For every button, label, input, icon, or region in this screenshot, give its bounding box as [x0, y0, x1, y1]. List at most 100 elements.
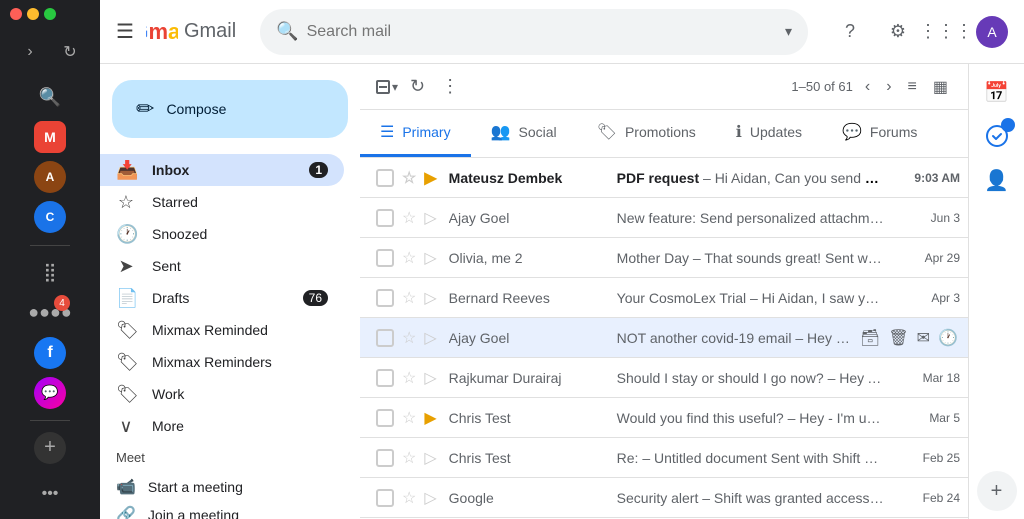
more-actions-icon[interactable]: ⋮	[437, 72, 463, 101]
email-row[interactable]: ☆ ▷ Rajkumar Durairaj Should I stay or s…	[360, 358, 968, 398]
facebook-icon[interactable]: f	[30, 336, 70, 370]
important-icon[interactable]: ▷	[424, 288, 436, 308]
nav-item-mixmax-reminders[interactable]: 🏷 Mixmax Reminders	[100, 346, 344, 378]
nav-item-more[interactable]: ∨ More	[100, 410, 344, 442]
settings-icon[interactable]: ⚙	[880, 14, 916, 50]
star-icon[interactable]: ☆	[402, 408, 416, 428]
search-bar[interactable]: 🔍 ▾	[260, 9, 808, 55]
nav-item-mixmax-reminded[interactable]: 🏷 Mixmax Reminded	[100, 314, 344, 346]
email-sender: Rajkumar Durairaj	[449, 370, 609, 386]
delete-icon[interactable]: 🗑	[886, 326, 910, 350]
email-checkbox[interactable]	[376, 489, 394, 507]
calendar-panel-icon[interactable]: 📅	[977, 72, 1017, 112]
help-icon[interactable]: ?	[832, 14, 868, 50]
important-icon[interactable]: ▷	[424, 448, 436, 468]
email-row[interactable]: ☆ ▷ Ajay Goel NOT another covid-19 email…	[360, 318, 968, 358]
email-row[interactable]: ☆ ▶ Mateusz Dembek PDF request – Hi Aida…	[360, 158, 968, 198]
refresh-email-icon[interactable]: ↻	[406, 72, 429, 101]
refresh-button[interactable]: ↻	[52, 34, 88, 70]
search-icon: 🔍	[276, 21, 298, 42]
badge-4-icon[interactable]: ●●●● 4	[30, 295, 70, 329]
important-icon[interactable]: ▶	[424, 168, 436, 188]
messenger-icon[interactable]: 💬	[30, 376, 70, 410]
star-icon[interactable]: ☆	[402, 208, 416, 228]
search-dropdown-icon[interactable]: ▾	[785, 23, 792, 40]
minimize-button[interactable]	[27, 8, 39, 20]
close-button[interactable]	[10, 8, 22, 20]
search-input[interactable]	[307, 23, 777, 41]
add-panel-button[interactable]: +	[977, 471, 1017, 511]
avatar-2[interactable]: C	[30, 200, 70, 234]
important-icon[interactable]: ▷	[424, 208, 436, 228]
tab-updates[interactable]: ℹ Updates	[716, 110, 822, 157]
avatar-1[interactable]: A	[30, 160, 70, 194]
email-toolbar: ▾ ↻ ⋮ 1–50 of 61 ‹ › ≡ ▦	[360, 64, 968, 110]
tab-primary[interactable]: ☰ Primary	[360, 110, 471, 157]
email-checkbox[interactable]	[376, 409, 394, 427]
email-checkbox[interactable]	[376, 169, 394, 187]
email-row[interactable]: ☆ ▷ Ajay Goel New feature: Send personal…	[360, 198, 968, 238]
star-icon[interactable]: ☆	[402, 168, 416, 188]
start-meeting-button[interactable]: 📹 Start a meeting	[116, 473, 344, 501]
email-checkbox[interactable]	[376, 249, 394, 267]
star-icon[interactable]: ☆	[402, 448, 416, 468]
star-icon[interactable]: ☆	[402, 488, 416, 508]
list-view-icon[interactable]: ≡	[904, 74, 921, 100]
forward-button[interactable]: ›	[12, 34, 48, 70]
tab-forums[interactable]: 💬 Forums	[822, 110, 937, 157]
email-checkbox[interactable]	[376, 369, 394, 387]
user-avatar[interactable]: A	[976, 16, 1008, 48]
email-checkbox[interactable]	[376, 449, 394, 467]
email-subject: Would you find this useful?	[617, 410, 784, 426]
email-row[interactable]: ☆ ▷ Google Security alert – Shift was gr…	[360, 478, 968, 518]
email-row[interactable]: ☆ ▷ Olivia, me 2 Mother Day – That sound…	[360, 238, 968, 278]
gmail-app-icon[interactable]: M	[30, 120, 70, 154]
prev-page-button[interactable]: ‹	[861, 74, 874, 100]
hamburger-icon[interactable]: ☰	[116, 19, 134, 44]
email-checkbox[interactable]	[376, 329, 394, 347]
email-subject: Mother Day	[617, 250, 689, 266]
apps-icon[interactable]: ⋮⋮⋮	[928, 14, 964, 50]
label-icon-3: 🏷	[116, 384, 136, 405]
email-checkbox[interactable]	[376, 209, 394, 227]
important-icon[interactable]: ▶	[424, 408, 436, 428]
tab-social[interactable]: 👥 Social	[471, 110, 577, 157]
archive-icon[interactable]: 🗃	[858, 326, 882, 350]
back-button[interactable]: ‹	[0, 34, 8, 70]
add-app-icon[interactable]: +	[30, 431, 70, 465]
contacts-panel-icon[interactable]: 👤	[977, 160, 1017, 200]
important-icon[interactable]: ▷	[424, 248, 436, 268]
grid-view-icon[interactable]: ▦	[929, 73, 952, 101]
apps-grid-icon[interactable]: ⣿	[30, 255, 70, 289]
join-meeting-button[interactable]: 🔗 Join a meeting	[116, 501, 344, 519]
star-icon[interactable]: ☆	[402, 288, 416, 308]
email-row[interactable]: ☆ ▷ Bernard Reeves Your CosmoLex Trial –…	[360, 278, 968, 318]
more-options-icon[interactable]: •••	[30, 477, 70, 511]
star-icon[interactable]: ☆	[402, 328, 416, 348]
important-icon[interactable]: ▷	[424, 488, 436, 508]
nav-item-snoozed[interactable]: 🕐 Snoozed	[100, 218, 344, 250]
email-row[interactable]: ☆ ▷ Chris Test Re: – Untitled document S…	[360, 438, 968, 478]
tab-promotions[interactable]: 🏷 Promotions	[577, 110, 716, 157]
email-time: Apr 3	[900, 291, 960, 305]
compose-button[interactable]: ✏ Compose	[112, 80, 348, 138]
select-all-control[interactable]: ▾	[376, 80, 398, 94]
tasks-panel-icon[interactable]	[977, 116, 1017, 156]
mark-unread-icon[interactable]: ✉	[915, 326, 932, 350]
maximize-button[interactable]	[44, 8, 56, 20]
snooze-icon[interactable]: 🕐	[936, 326, 960, 350]
next-page-button[interactable]: ›	[882, 74, 895, 100]
email-subject: Security alert	[617, 490, 699, 506]
nav-item-inbox[interactable]: 📥 Inbox 1	[100, 154, 344, 186]
important-icon[interactable]: ▷	[424, 328, 436, 348]
nav-item-work[interactable]: 🏷 Work	[100, 378, 344, 410]
email-checkbox[interactable]	[376, 289, 394, 307]
important-icon[interactable]: ▷	[424, 368, 436, 388]
star-icon[interactable]: ☆	[402, 248, 416, 268]
nav-item-drafts[interactable]: 📄 Drafts 76	[100, 282, 344, 314]
star-icon[interactable]: ☆	[402, 368, 416, 388]
nav-item-sent[interactable]: ➤ Sent	[100, 250, 344, 282]
email-row[interactable]: ☆ ▶ Chris Test Would you find this usefu…	[360, 398, 968, 438]
nav-item-starred[interactable]: ☆ Starred	[100, 186, 344, 218]
search-sidebar-icon[interactable]: 🔍	[30, 80, 70, 114]
